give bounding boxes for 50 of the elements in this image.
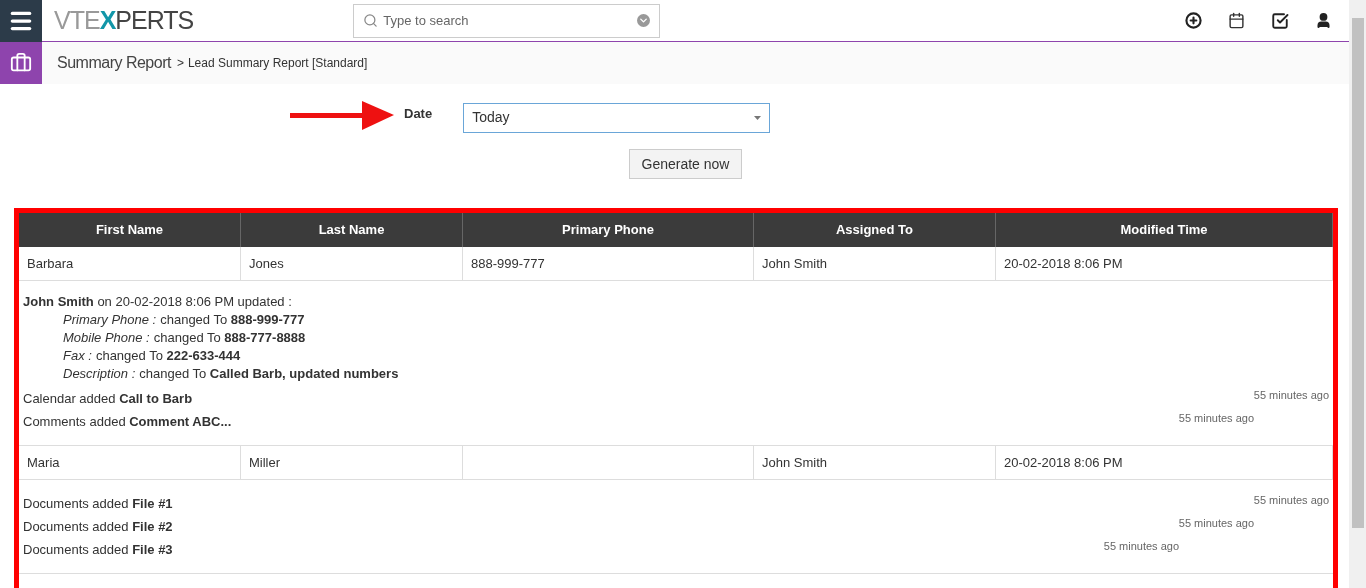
column-header: Modified Time	[996, 213, 1333, 247]
table-cell: Maria	[19, 446, 241, 479]
update-summary: John Smith on 20-02-2018 8:06 PM updated :	[23, 293, 293, 311]
column-header: First Name	[19, 213, 241, 247]
search-field[interactable]: Type to search	[353, 3, 661, 38]
field-name: Primary Phone :	[63, 311, 157, 329]
generate-button[interactable]: Generate now	[628, 149, 743, 179]
dropdown-icon	[637, 13, 651, 27]
table-cell: Miller	[241, 446, 463, 479]
field-name: Description :	[63, 365, 136, 383]
table-cell: John Smith	[754, 446, 996, 479]
search-icon	[363, 12, 379, 28]
caret-icon	[754, 115, 762, 120]
calendar-icon[interactable]	[1228, 12, 1245, 29]
scrollbar[interactable]	[1349, 0, 1366, 588]
menu-button[interactable]	[0, 0, 42, 42]
date-label: Date	[404, 104, 433, 123]
table-cell: 20-02-2018 8:06 PM	[996, 247, 1333, 280]
breadcrumb-separator: >	[176, 55, 184, 72]
table-cell: John Smith	[754, 247, 996, 280]
change-text: changed To Called Barb, updated numbers	[139, 365, 399, 383]
table-cell: 888-999-777	[463, 247, 754, 280]
timestamp: 55 minutes ago	[1253, 388, 1329, 403]
column-header: Assigned To	[754, 213, 996, 247]
activity-text: Documents added File #3	[23, 541, 173, 559]
activity-text: Calendar added Call to Barb	[23, 390, 193, 408]
table-cell: Jones	[241, 247, 463, 280]
activity-text: Documents added File #1	[23, 495, 173, 513]
change-text: changed To 888-777-8888	[153, 329, 306, 347]
change-text: changed To 222-633-444	[95, 347, 241, 365]
task-icon[interactable]	[1271, 11, 1289, 30]
activity-text: Documents added File #2	[23, 518, 173, 536]
timestamp: 55 minutes ago	[1178, 411, 1254, 426]
table-cell: Barbara	[19, 247, 241, 280]
change-text: changed To 888-999-777	[160, 311, 305, 329]
activity-text: Comments added Comment ABC...	[23, 413, 232, 431]
field-name: Mobile Phone :	[63, 329, 150, 347]
table-cell: 20-02-2018 8:06 PM	[996, 446, 1333, 479]
date-select[interactable]: Today	[463, 102, 771, 133]
timestamp: 55 minutes ago	[1253, 493, 1329, 508]
timestamp: 55 minutes ago	[1103, 539, 1179, 554]
column-header: Last Name	[241, 213, 463, 247]
timestamp: 55 minutes ago	[1178, 516, 1254, 531]
user-icon[interactable]	[1315, 12, 1332, 29]
add-icon[interactable]	[1185, 12, 1202, 29]
page-title: Lead Summary Report [Standard]	[187, 55, 368, 72]
logo: VTEXPERTS	[54, 4, 194, 36]
module-title[interactable]: Summary Report	[57, 51, 171, 75]
field-name: Fax :	[63, 347, 92, 365]
column-header: Primary Phone	[463, 213, 754, 247]
